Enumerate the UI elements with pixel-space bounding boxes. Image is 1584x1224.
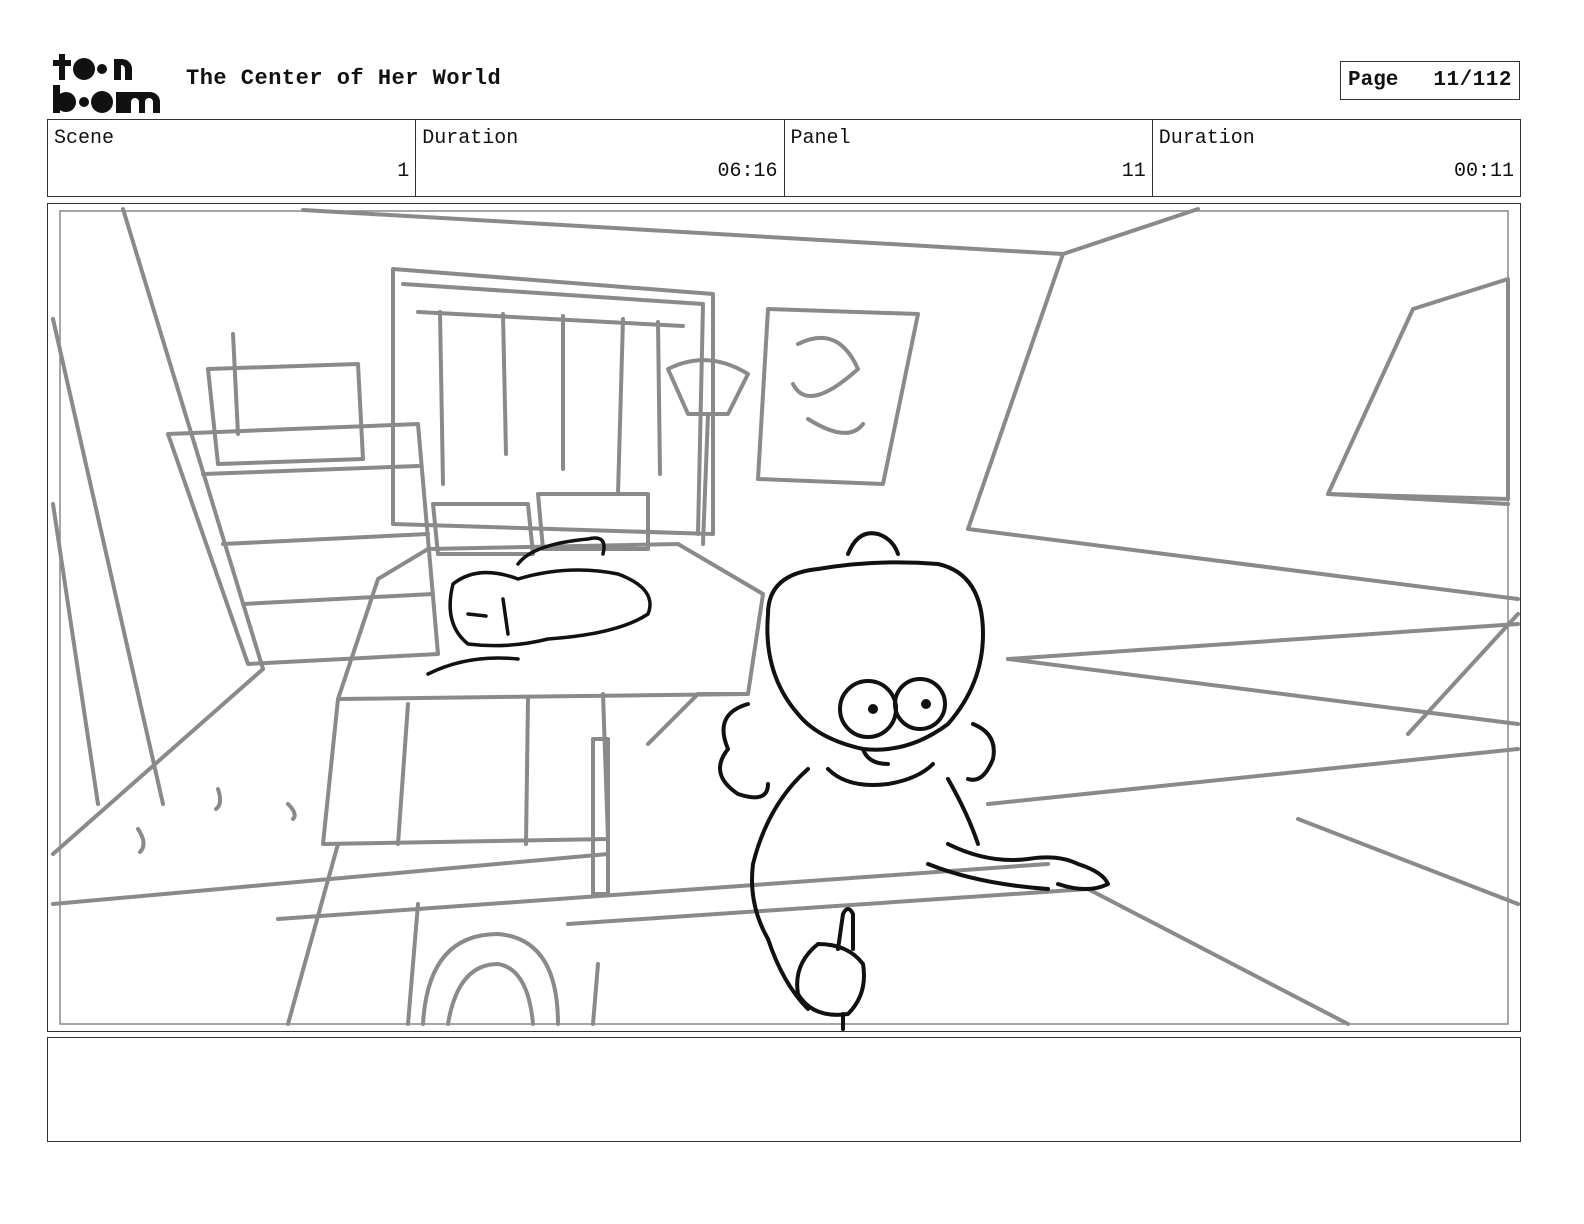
panel-notes-box bbox=[47, 1037, 1521, 1142]
storyboard-title: The Center of Her World bbox=[186, 66, 502, 91]
storyboard-panel bbox=[47, 203, 1521, 1032]
scene-duration-cell: Duration 06:16 bbox=[416, 120, 785, 196]
page-indicator: Page 11/112 bbox=[1340, 61, 1520, 100]
page-number: 11/112 bbox=[1433, 69, 1512, 92]
panel-value: 11 bbox=[1121, 160, 1146, 183]
scene-duration-value: 06:16 bbox=[717, 160, 778, 183]
bedroom-sketch-image bbox=[51, 207, 1520, 1031]
panel-info-table: Scene 1 Duration 06:16 Panel 11 Duration… bbox=[47, 119, 1521, 197]
toon-boom-logo bbox=[53, 54, 160, 113]
panel-cell: Panel 11 bbox=[785, 120, 1153, 196]
panel-duration-value: 00:11 bbox=[1453, 160, 1514, 183]
page-label: Page bbox=[1348, 69, 1399, 92]
scene-cell: Scene 1 bbox=[48, 120, 417, 196]
panel-label: Panel bbox=[790, 127, 851, 150]
scene-value: 1 bbox=[397, 160, 410, 183]
panel-duration-cell: Duration 00:11 bbox=[1153, 120, 1520, 196]
panel-duration-label: Duration bbox=[1158, 127, 1255, 150]
scene-label: Scene bbox=[54, 127, 115, 150]
scene-duration-label: Duration bbox=[422, 127, 519, 150]
